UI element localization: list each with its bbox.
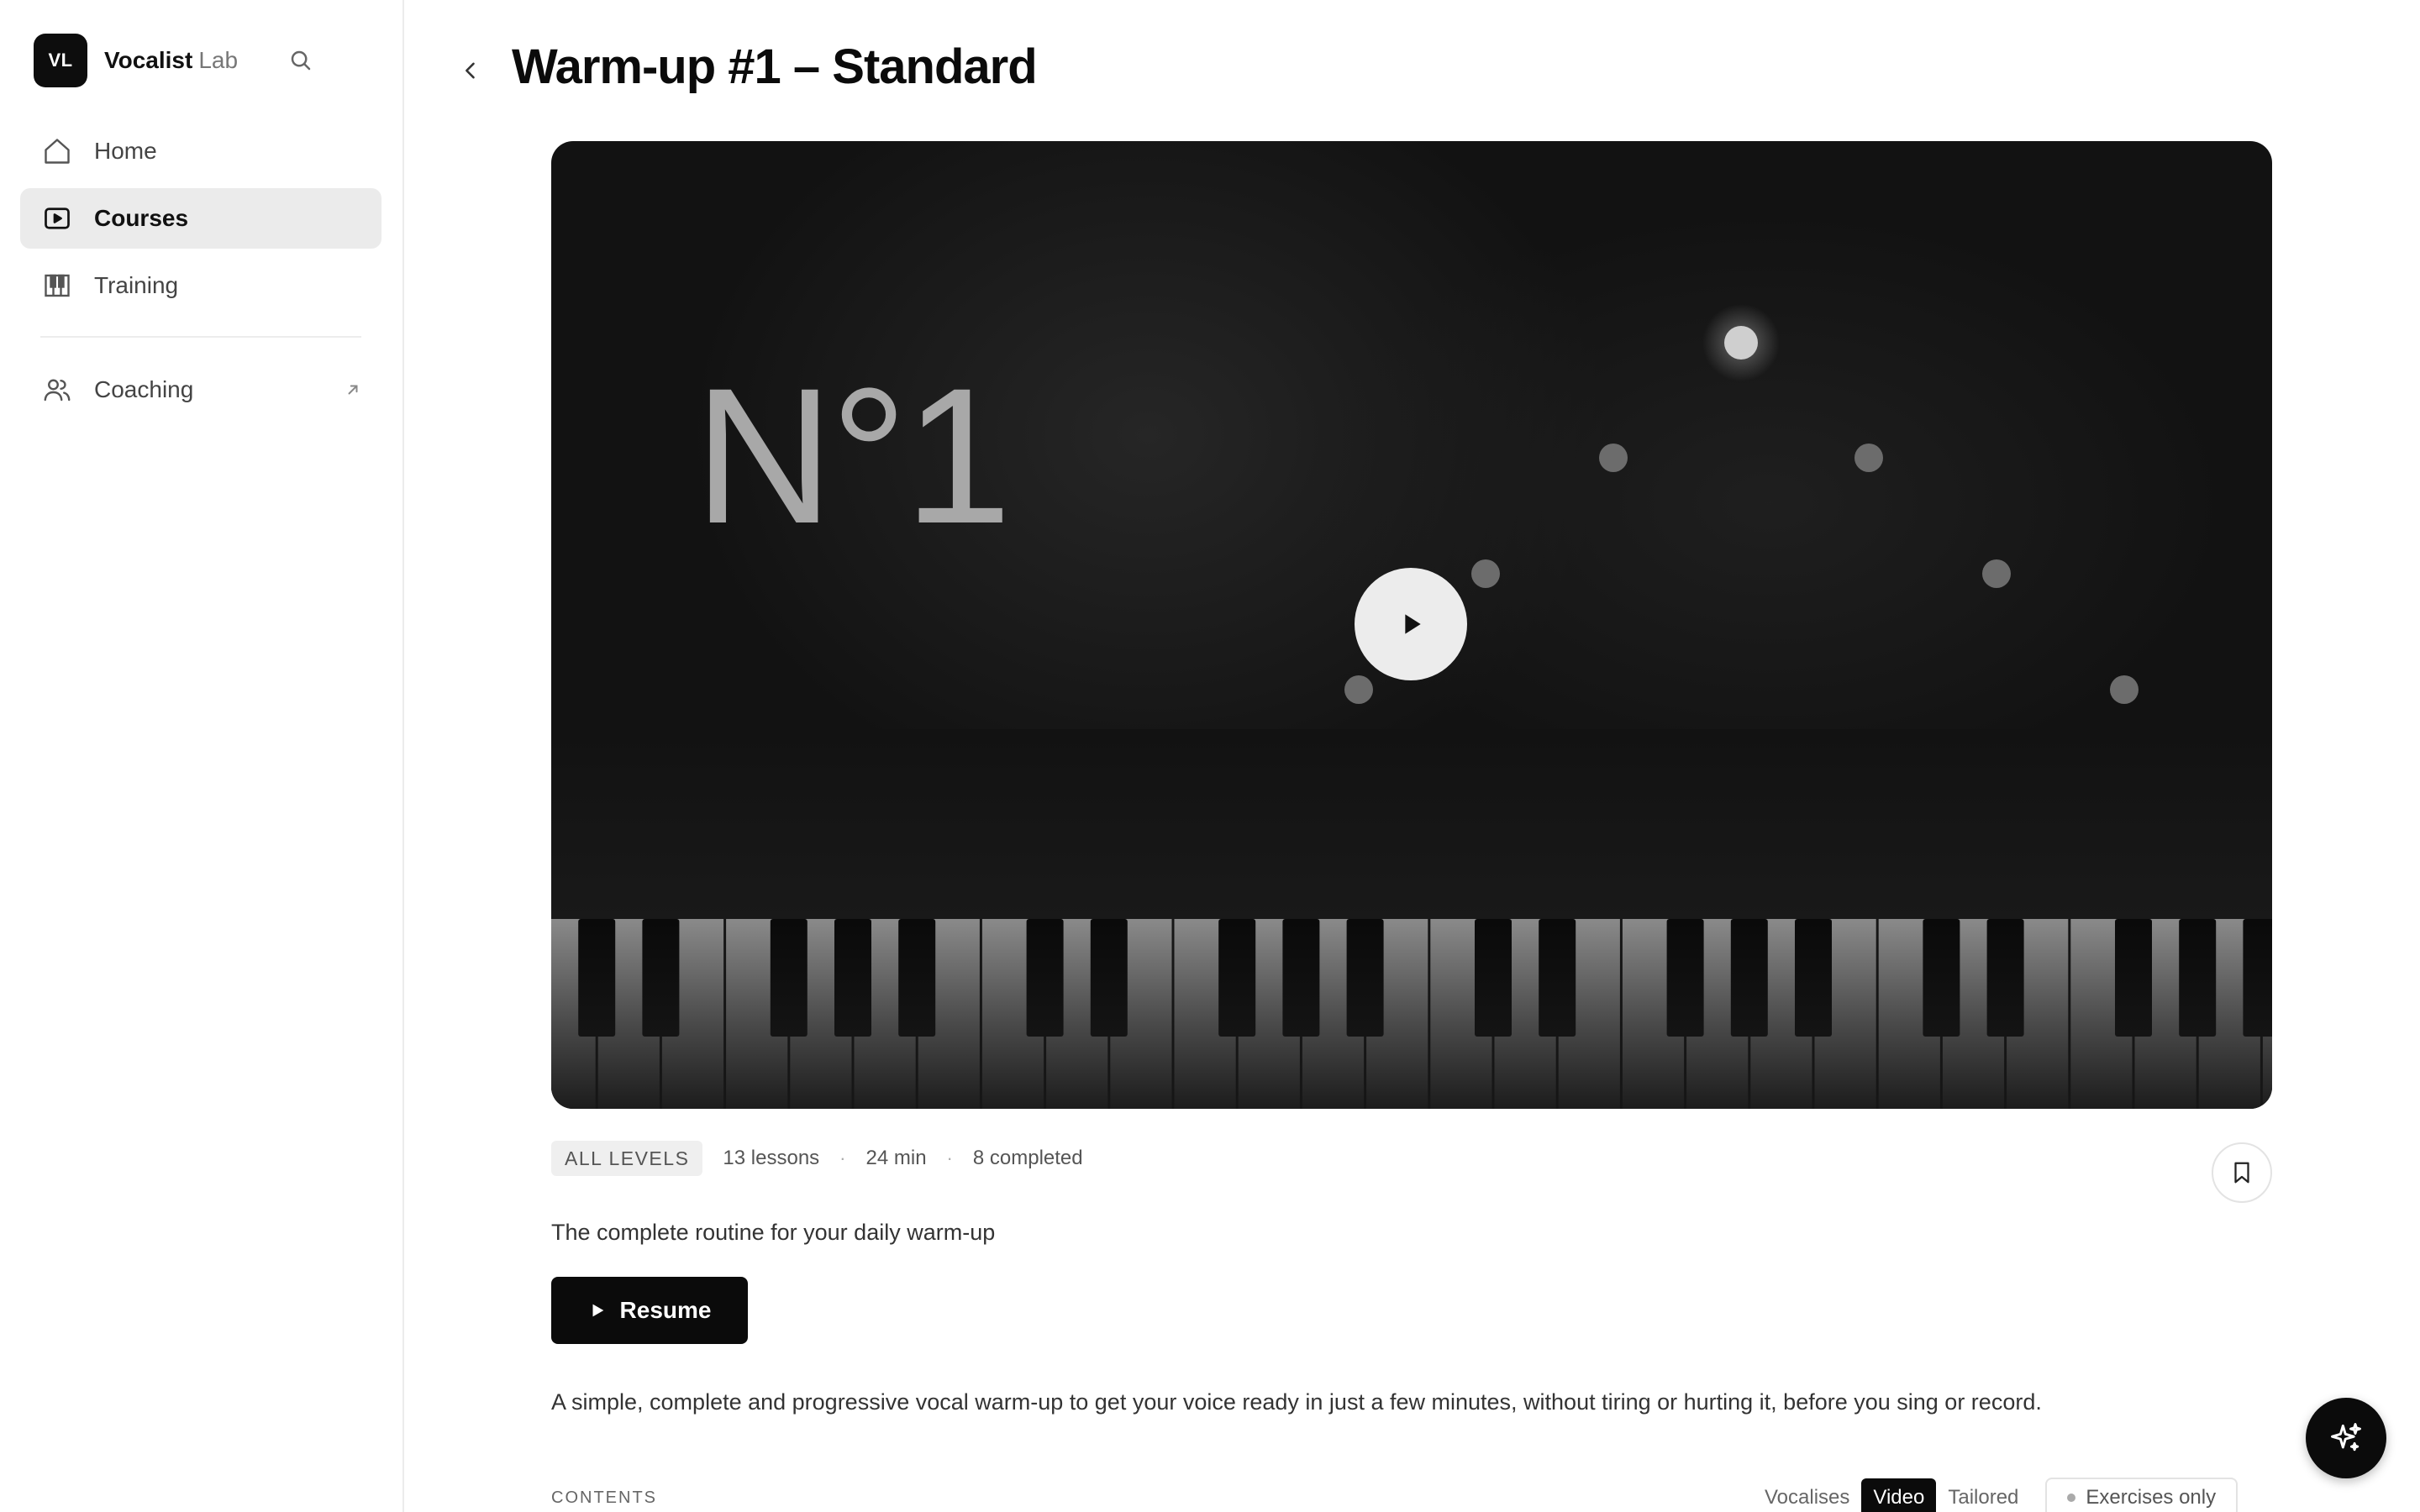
- video-play-icon: [40, 202, 74, 235]
- sidebar-item-label: Coaching: [94, 376, 194, 402]
- bookmark-icon: [2234, 1162, 2249, 1184]
- piano-black-key: [898, 919, 936, 1037]
- piano-black-key: [1730, 919, 1768, 1037]
- ai-assistant-button[interactable]: [2306, 1398, 2386, 1478]
- external-link-icon: [345, 381, 361, 398]
- page-title: Warm-up #1 – Standard: [512, 39, 1038, 94]
- piano-black-key: [1475, 919, 1512, 1037]
- melody-dot: [1982, 559, 2011, 588]
- play-icon: [592, 1304, 603, 1317]
- filter-dot-icon: [2067, 1494, 2076, 1502]
- piano-black-key: [1090, 919, 1128, 1037]
- search-button[interactable]: [284, 44, 318, 77]
- nav-divider: [40, 336, 361, 338]
- sidebar-item-coaching[interactable]: Coaching: [20, 360, 381, 420]
- brand-name: Vocalist: [104, 47, 193, 73]
- piano-black-key: [1026, 919, 1064, 1037]
- melody-dot: [1471, 559, 1500, 588]
- search-icon: [291, 50, 311, 71]
- play-icon: [1405, 614, 1421, 634]
- contents-heading: CONTENTS: [551, 1488, 657, 1507]
- piano-black-key: [2179, 919, 2217, 1037]
- piano-black-key: [1986, 919, 2024, 1037]
- duration: 24 min: [865, 1147, 927, 1169]
- filter-label: Exercises only: [2086, 1486, 2217, 1509]
- sidebar-item-training[interactable]: Training: [20, 255, 381, 316]
- piano-black-key: [1666, 919, 1704, 1037]
- home-icon: [40, 134, 74, 168]
- users-icon: [40, 373, 74, 407]
- sidebar-item-label: Home: [94, 138, 157, 164]
- piano-black-key: [2243, 919, 2272, 1037]
- piano-black-key: [1923, 919, 1960, 1037]
- exercises-only-filter[interactable]: Exercises only: [2045, 1478, 2238, 1512]
- tab-vocalises[interactable]: Vocalises: [1753, 1478, 1861, 1512]
- piano-black-key: [1282, 919, 1320, 1037]
- piano-black-key: [770, 919, 808, 1037]
- piano-black-key: [1795, 919, 1832, 1037]
- video-play-button[interactable]: [1355, 568, 1467, 680]
- sidebar-nav: Home Courses Training Coaching: [20, 121, 381, 427]
- sidebar-item-label: Courses: [94, 205, 189, 231]
- tab-video[interactable]: Video: [1861, 1478, 1937, 1512]
- piano-keys-icon: [40, 269, 74, 302]
- piano-black-key: [578, 919, 616, 1037]
- resume-button[interactable]: Resume: [551, 1277, 748, 1344]
- course-description: A simple, complete and progressive vocal…: [551, 1389, 2042, 1415]
- sidebar-item-courses[interactable]: Courses: [20, 188, 381, 249]
- sidebar-item-label: Training: [94, 272, 179, 298]
- video-player[interactable]: N°1: [551, 141, 2272, 1109]
- piano-black-key: [1539, 919, 1576, 1037]
- sidebar-item-home[interactable]: Home: [20, 121, 381, 181]
- bookmark-button[interactable]: [2212, 1142, 2272, 1203]
- chevron-left-icon: [466, 62, 475, 79]
- completed-count: 8 completed: [972, 1147, 1083, 1169]
- contents-tabs: Vocalises Video Tailored Exercises only: [1753, 1477, 2238, 1512]
- resume-label: Resume: [619, 1297, 712, 1323]
- brand[interactable]: VL Vocalist Lab: [34, 34, 238, 87]
- back-button[interactable]: [452, 52, 489, 89]
- melody-dot: [1344, 675, 1373, 704]
- melody-dot-active: [1724, 326, 1758, 360]
- melody-dot: [1599, 444, 1628, 472]
- piano-black-key: [1218, 919, 1256, 1037]
- separator: ·: [839, 1147, 846, 1168]
- level-badge: ALL LEVELS: [551, 1141, 703, 1176]
- melody-dot: [2110, 675, 2139, 704]
- sidebar: VL Vocalist Lab Home Courses Training Co…: [0, 0, 404, 1512]
- lessons-count: 13 lessons: [723, 1147, 820, 1169]
- piano-black-key: [1346, 919, 1384, 1037]
- piano-black-key: [642, 919, 680, 1037]
- piano-black-key: [2115, 919, 2152, 1037]
- melody-dot: [1854, 444, 1883, 472]
- brand-logo: VL: [34, 34, 87, 87]
- piano-keyboard: [551, 919, 2272, 1109]
- course-subtitle: The complete routine for your daily warm…: [551, 1220, 996, 1245]
- separator: ·: [946, 1147, 953, 1168]
- tab-tailored[interactable]: Tailored: [1936, 1478, 2030, 1512]
- sparkle-icon: [2331, 1423, 2361, 1452]
- piano-black-key: [834, 919, 871, 1037]
- course-meta: ALL LEVELS 13 lessons · 24 min · 8 compl…: [551, 1141, 1083, 1176]
- brand-suffix: Lab: [198, 47, 239, 73]
